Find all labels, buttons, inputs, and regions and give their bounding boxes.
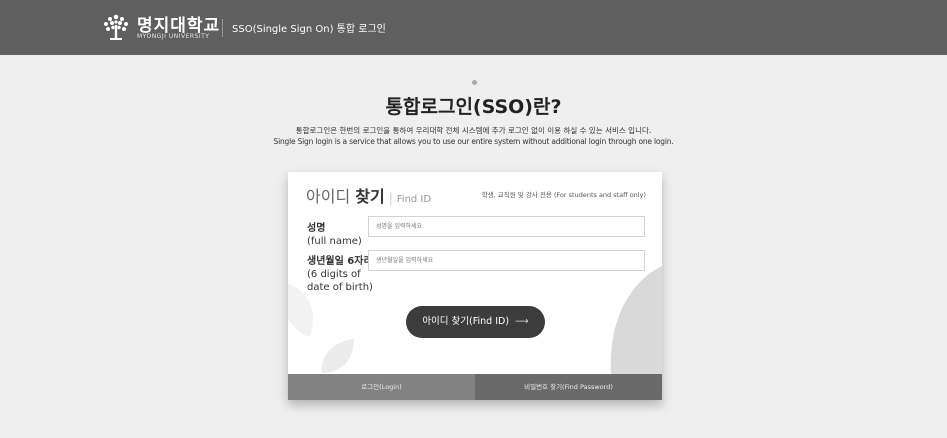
birth-label-ko: 생년월일 6자리 — [307, 256, 373, 267]
description-en: Single Sign login is a service that allo… — [273, 137, 674, 146]
name-label-en: (full name) — [307, 236, 362, 247]
university-name-en: MYONGJI UNIVERSITY — [137, 33, 210, 40]
name-label: 성명 (full name) — [307, 222, 362, 248]
title-separator: | — [388, 191, 393, 205]
birth-label: 생년월일 6자리 (6 digits of date of birth) — [307, 255, 373, 294]
tab-find-password[interactable]: 비밀번호 찾기(Find Password) — [475, 374, 662, 400]
decor-leaf-bottom — [321, 339, 354, 373]
bottom-tabs: 로그인(Login) 비밀번호 찾기(Find Password) — [288, 374, 662, 400]
long-right-arrow-icon: ⟶ — [515, 316, 529, 327]
name-input[interactable]: 성명을 입력하세요 — [368, 216, 645, 237]
university-emblem-icon — [104, 14, 128, 40]
top-header: 명지대학교 MYONGJI UNIVERSITY SSO(Single Sign… — [0, 0, 947, 55]
card-title-en: Find ID — [396, 194, 432, 205]
card-title-bold: 찾기 — [355, 187, 385, 206]
birth-label-en-2: date of birth) — [307, 282, 373, 293]
find-id-button-label: 아이디 찾기(Find ID) — [422, 316, 510, 327]
header-divider — [222, 19, 223, 37]
audience-note: 학생, 교직원 및 강사 전용 (For students and staff … — [481, 191, 646, 199]
name-label-ko: 성명 — [307, 223, 326, 234]
find-id-button[interactable]: 아이디 찾기(Find ID) ⟶ — [406, 306, 545, 338]
card-title-light: 아이디 — [306, 187, 351, 206]
birth-label-en-1: (6 digits of — [307, 269, 361, 280]
tab-login[interactable]: 로그인(Login) — [288, 374, 475, 400]
card-title: 아이디 찾기 | Find ID — [306, 183, 431, 207]
description-ko: 통합로그인은 한번의 로그인을 통하여 우리대학 전체 시스템에 추가 로그인 … — [295, 126, 652, 135]
birthdate-input[interactable]: 생년월일을 입력하세요 — [368, 250, 645, 271]
page-title: 통합로그인(SSO)란? — [385, 96, 562, 118]
bullet-dot — [472, 80, 477, 85]
service-title: SSO(Single Sign On) 통합 로그인 — [232, 24, 386, 35]
decor-leaf-right — [610, 266, 662, 374]
find-id-card: 아이디 찾기 | Find ID 학생, 교직원 및 강사 전용 (For stud… — [288, 172, 662, 400]
